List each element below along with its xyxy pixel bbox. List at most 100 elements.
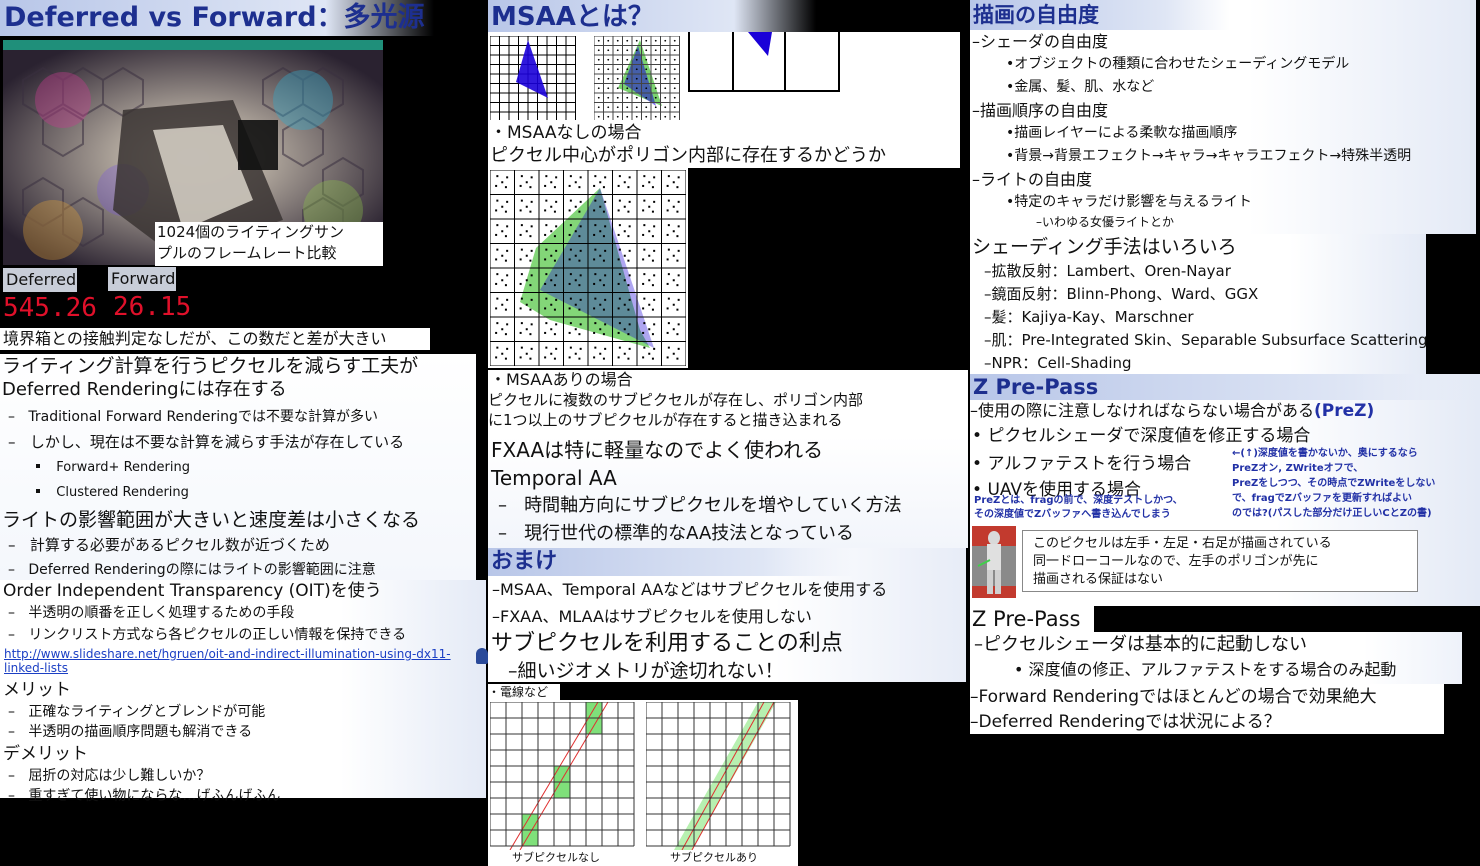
subpixel-sample: [578, 235, 581, 238]
bullet-merit-order: – 半透明の描画順序問題も解消できる: [8, 724, 253, 740]
subpixel-sample: [617, 184, 620, 187]
subpixel-sample: [579, 225, 582, 228]
sample-dot: [607, 77, 610, 80]
subpixel-sample: [676, 259, 679, 262]
subpixel-sample: [618, 346, 621, 349]
sample-dot: [607, 96, 610, 99]
subpixel-sample: [628, 225, 631, 228]
subpixel-sample: [550, 205, 553, 208]
subpixel-sample: [525, 254, 528, 257]
sample-dot: [635, 87, 638, 90]
sample-dot: [626, 96, 629, 99]
subpixel-sample: [504, 235, 507, 238]
subpixel-sample: [553, 259, 556, 262]
subpixel-sample: [496, 199, 499, 202]
subpixel-sample: [628, 323, 631, 326]
subpixel-sample: [496, 224, 499, 227]
subpixel-sample: [599, 205, 602, 208]
prez-note-right: ←(↑)深度値を書かないか、奥にするなら PreZオン, ZWriteオフで、 …: [1232, 448, 1436, 519]
subpixel-sample: [579, 347, 582, 350]
wire-caption-right: サブピクセルあり: [670, 851, 758, 864]
subpixel-sample: [550, 279, 553, 282]
msaa-desc-line-1: ピクセルに複数のサブピクセルが存在し、ポリゴン内部: [488, 391, 864, 409]
subpixel-sample: [642, 282, 645, 285]
subpixel-sample: [666, 307, 669, 310]
msaa-desc-line-2: に1つ以上のサブピクセルが存在すると描き込まれる: [488, 411, 843, 429]
subpixel-sample: [529, 284, 532, 287]
sample-dot: [664, 115, 667, 118]
subpixel-sample: [544, 356, 547, 359]
sample-dot: [626, 77, 629, 80]
subpixel-sample: [520, 346, 523, 349]
subpixel-sample: [519, 356, 522, 359]
subpixel-sample: [545, 297, 548, 300]
subpixel-sample: [666, 258, 669, 261]
oit-link-line-1[interactable]: http://www.slideshare.net/hgruen/oit-and…: [4, 647, 486, 661]
subpixel-sample: [602, 357, 605, 360]
subpixel-sample: [496, 297, 499, 300]
subpixel-sample: [578, 210, 581, 213]
subpixel-sample: [569, 346, 572, 349]
sample-dot: [654, 68, 657, 71]
subpixel-sample: [643, 248, 646, 251]
subpixel-sample: [623, 254, 626, 257]
subpixel-sample: [666, 184, 669, 187]
sample-dot: [607, 68, 610, 71]
subpixel-sample: [666, 233, 669, 236]
msaa-large-grid-fragment: [688, 32, 840, 92]
deferred-reduction-slide: ライティング計算を行うピクセルを減らす工夫が Deferred Renderin…: [0, 354, 476, 580]
subpixel-sample: [545, 199, 548, 202]
forward-label: Forward: [108, 267, 176, 291]
subpixel-sample: [550, 181, 553, 184]
sample-dot: [597, 106, 600, 109]
subpixel-sample: [496, 322, 499, 325]
subpixel-sample: [525, 230, 528, 233]
sample-dot: [607, 106, 610, 109]
sample-dot: [664, 77, 667, 80]
subpixel-sample: [504, 308, 507, 311]
subpixel-sample: [666, 356, 669, 359]
subpixel-sample: [579, 200, 582, 203]
subpixel-sample: [666, 331, 669, 334]
subpixel-sample: [578, 186, 581, 189]
subpixel-sample: [594, 199, 597, 202]
subpixel-sample: [568, 233, 571, 236]
sample-dot: [664, 39, 667, 42]
subpixel-advantage-title: サブピクセルを利用することの利点: [491, 631, 843, 656]
section-title-deferred-rendering: Deferred Renderingには存在する: [2, 379, 287, 400]
bullet-deferred-depends: –Deferred Renderingでは状況による？: [970, 712, 1281, 732]
subpixel-sample: [593, 258, 596, 261]
subpixel-sample: [627, 333, 630, 336]
subpixel-sample: [530, 200, 533, 203]
msaa-desc-panel: ・MSAAありの場合 ピクセルに複数のサブピクセルが存在し、ポリゴン内部 に1つ…: [488, 370, 968, 436]
bullet-merit-lighting: – 正確なライティングとブレンドが可能: [8, 704, 266, 720]
subpixel-sample: [504, 357, 507, 360]
subpixel-sample: [594, 297, 597, 300]
subpixel-sample: [653, 225, 656, 228]
subpixel-sample: [569, 175, 572, 178]
subpixel-sample: [530, 176, 533, 179]
sample-dot: [635, 68, 638, 71]
sample-dot: [673, 96, 676, 99]
subpixel-sample: [667, 224, 670, 227]
subpixel-sample: [501, 205, 504, 208]
sample-dot: [616, 77, 619, 80]
subpixel-sample: [666, 282, 669, 285]
oit-reference-link[interactable]: http://www.slideshare.net/hgruen/oit-and…: [0, 647, 486, 675]
subpixel-sample: [519, 331, 522, 334]
subpixel-sample: [504, 259, 507, 262]
subpixel-sample: [628, 298, 631, 301]
msaa-small-grid-left: [490, 36, 576, 120]
slide-title-deferred-vs-forward: Deferred vs Forward：多光源: [0, 0, 434, 36]
subpixel-sample: [506, 249, 509, 252]
subpixel-sample: [643, 175, 646, 178]
subpixel-sample: [676, 210, 679, 213]
sample-dot: [664, 87, 667, 90]
bullet-clustered: Clustered Rendering: [8, 480, 476, 505]
subpixel-sample: [550, 303, 553, 306]
subpixel-sample: [545, 248, 548, 251]
sample-dot: [664, 106, 667, 109]
subpixel-sample: [627, 235, 630, 238]
subpixel-sample: [594, 248, 597, 251]
oit-link-line-2[interactable]: linked-lists: [4, 661, 486, 675]
